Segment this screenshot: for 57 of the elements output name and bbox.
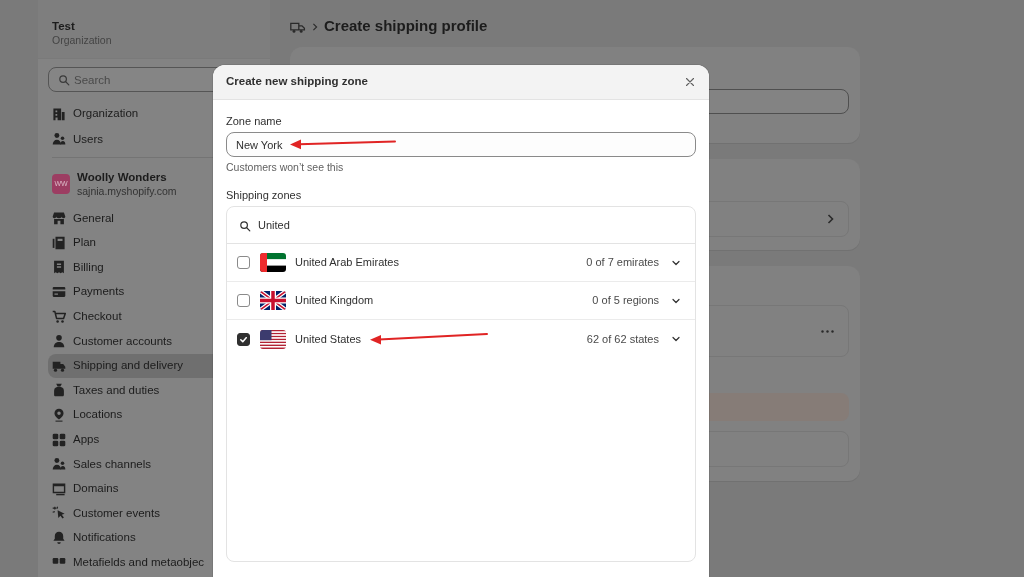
chevron-right-icon [827,214,834,224]
organization-label: Organization [52,33,113,47]
sidebar-item[interactable]: Metafields and metaobjec [48,550,262,575]
check-icon [239,334,248,344]
store-domain: sajnia.myshopify.com [77,184,177,198]
close-icon [685,77,695,87]
organization-name: Test [52,19,76,33]
sidebar-item[interactable]: Apps [48,427,262,452]
help-text: Customers won’t see this [226,160,345,174]
search-icon [58,73,70,86]
sidebar-item[interactable]: Domains [48,476,262,502]
pin-icon [52,408,66,423]
sidebar-item[interactable]: Notifications [48,525,262,551]
people-icon [52,457,66,472]
sidebar-item[interactable]: Customer events [48,501,262,526]
checkbox[interactable] [237,294,250,307]
cart-icon [52,309,66,324]
flag-icon [260,291,286,310]
chevron-right-icon [312,22,318,31]
sidebar-item[interactable]: Sales channels [48,451,262,477]
region-count: 0 of 5 regions [592,293,659,309]
store-name: Woolly Wonders [77,170,168,184]
receipt-icon [52,260,66,275]
more-icon[interactable] [821,329,834,333]
sidebar-item[interactable]: Billing [48,255,262,280]
page-title: Create shipping profile [324,16,488,37]
checkbox[interactable] [237,332,250,346]
sidebar-item[interactable]: Taxes and duties [48,378,262,403]
person-icon [52,334,66,349]
sidebar-item[interactable]: Checkout [48,304,262,329]
region-count: 62 of 62 states [586,331,659,347]
country-name: United Kingdom [295,293,374,309]
country-name: United States [295,331,362,347]
search-field[interactable]: United [227,207,695,244]
bell-icon [52,531,66,545]
grid-icon [52,432,66,447]
chevron-down-icon[interactable] [671,334,681,344]
flag-icon [260,329,286,349]
sidebar-item[interactable]: Customer accounts [48,328,262,354]
store-icon [52,211,66,226]
flag-icon [260,253,286,272]
search-icon [239,219,251,232]
card-icon [52,285,66,300]
sidebar-item[interactable]: Payments [48,279,262,305]
region-count: 0 of 7 emirates [586,255,659,271]
bag-icon [52,383,66,398]
cursor-icon [52,506,66,521]
sidebar-item[interactable]: Locations [48,402,262,428]
zone-name-field[interactable]: New York [226,132,696,157]
field-label: Zone name [226,114,283,128]
people-icon [52,132,66,147]
document-icon [52,235,66,250]
checkbox[interactable] [237,256,250,269]
browser-icon [52,481,66,496]
country-name: United Arab Emirates [295,255,399,271]
field-label: Shipping zones [226,188,303,202]
building-icon [52,106,66,121]
